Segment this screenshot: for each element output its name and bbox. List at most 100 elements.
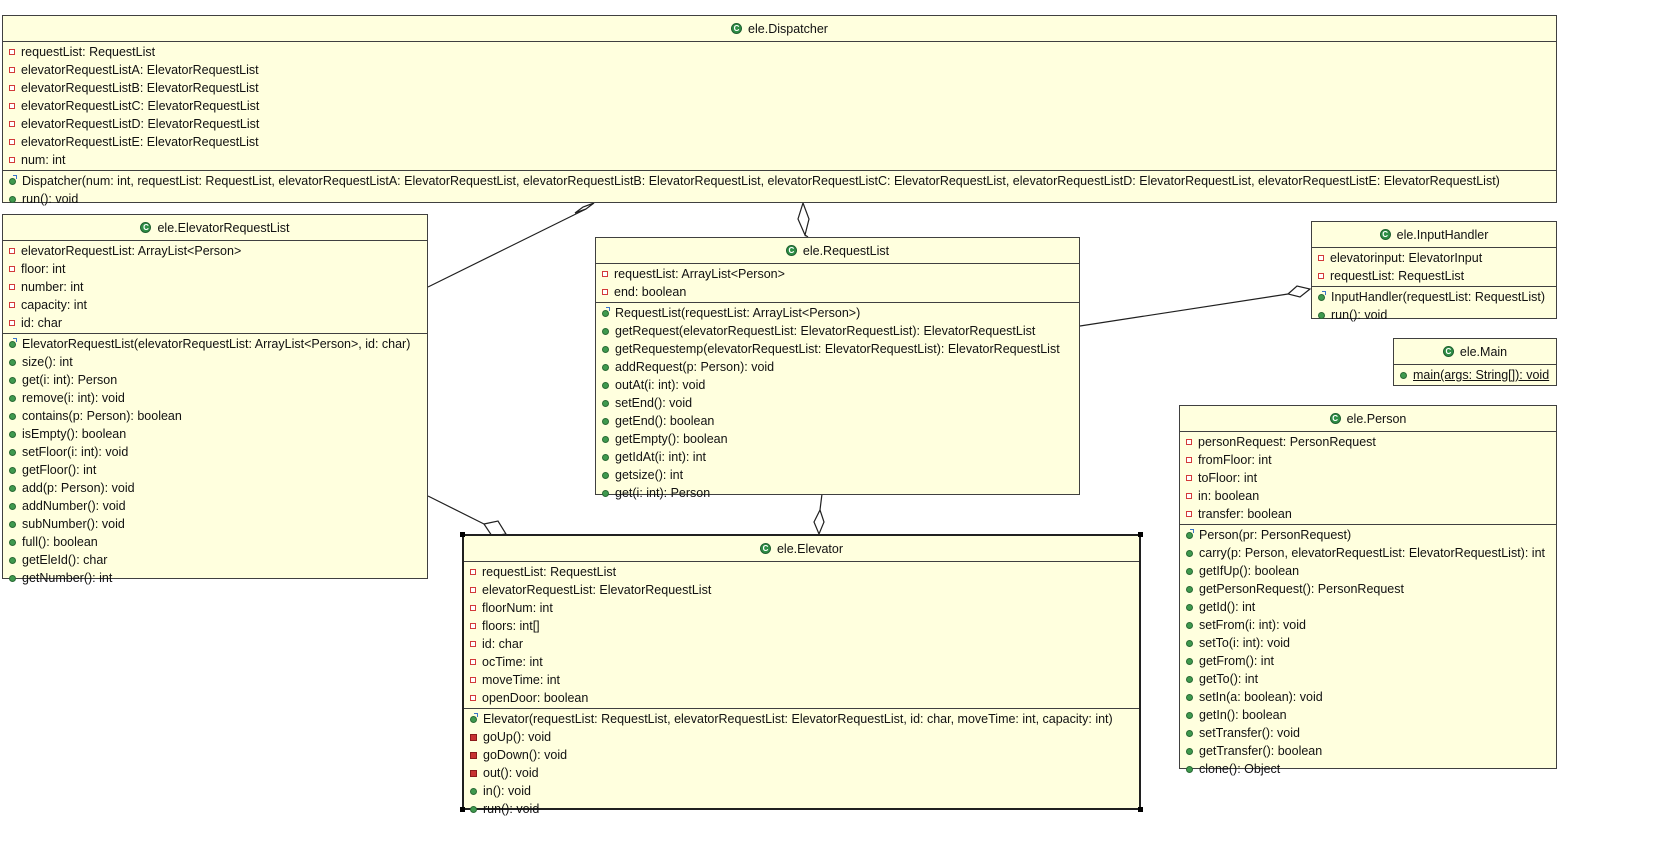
method-row[interactable]: ElevatorRequestList(elevatorRequestList:…: [9, 335, 427, 353]
method-row[interactable]: getTransfer(): boolean: [1186, 742, 1556, 760]
attribute-row[interactable]: fromFloor: int: [1186, 451, 1556, 469]
attribute-row[interactable]: floor: int: [9, 260, 427, 278]
selection-handle[interactable]: [1138, 532, 1143, 537]
attribute-row[interactable]: elevatorRequestListC: ElevatorRequestLis…: [9, 97, 1556, 115]
public-method-icon: [602, 399, 609, 407]
attribute-row[interactable]: personRequest: PersonRequest: [1186, 433, 1556, 451]
attribute-row[interactable]: elevatorRequestList: ArrayList<Person>: [9, 242, 427, 260]
class-person[interactable]: C ele.Person personRequest: PersonReques…: [1179, 405, 1557, 776]
method-row[interactable]: outAt(i: int): void: [602, 376, 1079, 394]
method-row[interactable]: getId(): int: [1186, 598, 1556, 616]
method-row[interactable]: setTransfer(): void: [1186, 724, 1556, 742]
method-row[interactable]: goUp(): void: [470, 728, 1139, 746]
class-dispatcher[interactable]: C ele.Dispatcher requestList: RequestLis…: [2, 15, 1557, 206]
public-method-icon: [1318, 311, 1325, 319]
method-row[interactable]: RequestList(requestList: ArrayList<Perso…: [602, 304, 1079, 322]
private-field-icon: [1186, 457, 1192, 463]
method-row[interactable]: getTo(): int: [1186, 670, 1556, 688]
method-row[interactable]: setTo(i: int): void: [1186, 634, 1556, 652]
attribute-row[interactable]: openDoor: boolean: [470, 689, 1139, 707]
method-row[interactable]: add(p: Person): void: [9, 479, 427, 497]
attribute-row[interactable]: requestList: RequestList: [1318, 267, 1556, 285]
method-row[interactable]: run(): void: [1318, 306, 1556, 324]
aggregation-line-requestlist-inputhandler[interactable]: [1079, 293, 1289, 327]
method-row[interactable]: getIn(): boolean: [1186, 706, 1556, 724]
class-elevator-request-list[interactable]: C ele.ElevatorRequestList elevatorReques…: [2, 214, 428, 585]
attribute-row[interactable]: end: boolean: [602, 283, 1079, 301]
aggregation-line-elevatorrequestlist-elevator[interactable]: [427, 495, 485, 525]
attribute-row[interactable]: number: int: [9, 278, 427, 296]
method-row[interactable]: full(): boolean: [9, 533, 427, 551]
method-row[interactable]: setFloor(i: int): void: [9, 443, 427, 461]
method-row[interactable]: getEnd(): boolean: [602, 412, 1079, 430]
method-row[interactable]: getEmpty(): boolean: [602, 430, 1079, 448]
method-row[interactable]: size(): int: [9, 353, 427, 371]
attribute-row[interactable]: moveTime: int: [470, 671, 1139, 689]
method-row[interactable]: main(args: String[]): void: [1400, 366, 1556, 384]
method-row[interactable]: getRequest(elevatorRequestList: Elevator…: [602, 322, 1079, 340]
method-row[interactable]: Person(pr: PersonRequest): [1186, 526, 1556, 544]
class-elevator[interactable]: C ele.Elevator requestList: RequestList …: [460, 532, 1143, 816]
method-row[interactable]: InputHandler(requestList: RequestList): [1318, 288, 1556, 306]
method-row[interactable]: getIfUp(): boolean: [1186, 562, 1556, 580]
class-request-list[interactable]: C ele.RequestList requestList: ArrayList…: [595, 237, 1080, 500]
method-row[interactable]: Elevator(requestList: RequestList, eleva…: [470, 710, 1139, 728]
method-row[interactable]: run(): void: [9, 190, 1556, 208]
method-row[interactable]: addRequest(p: Person): void: [602, 358, 1079, 376]
attribute-row[interactable]: elevatorRequestList: ElevatorRequestList: [470, 581, 1139, 599]
method-row[interactable]: isEmpty(): boolean: [9, 425, 427, 443]
method-row[interactable]: carry(p: Person, elevatorRequestList: El…: [1186, 544, 1556, 562]
attribute-row[interactable]: id: char: [470, 635, 1139, 653]
method-row[interactable]: getFloor(): int: [9, 461, 427, 479]
attribute-row[interactable]: num: int: [9, 151, 1556, 169]
method-row[interactable]: setIn(a: boolean): void: [1186, 688, 1556, 706]
public-method-icon: [1186, 603, 1193, 611]
public-method-icon: [1186, 711, 1193, 719]
attribute-row[interactable]: toFloor: int: [1186, 469, 1556, 487]
method-row[interactable]: getsize(): int: [602, 466, 1079, 484]
class-input-handler[interactable]: C ele.InputHandler elevatorinput: Elevat…: [1311, 221, 1557, 322]
attribute-row[interactable]: in: boolean: [1186, 487, 1556, 505]
attribute-row[interactable]: elevatorRequestListD: ElevatorRequestLis…: [9, 115, 1556, 133]
method-row[interactable]: getEleId(): char: [9, 551, 427, 569]
method-row[interactable]: setEnd(): void: [602, 394, 1079, 412]
method-row[interactable]: Dispatcher(num: int, requestList: Reques…: [9, 172, 1556, 190]
class-main[interactable]: C ele.Main main(args: String[]): void: [1393, 338, 1557, 386]
method-row[interactable]: addNumber(): void: [9, 497, 427, 515]
method-row[interactable]: getIdAt(i: int): int: [602, 448, 1079, 466]
attribute-row[interactable]: floors: int[]: [470, 617, 1139, 635]
method-row[interactable]: remove(i: int): void: [9, 389, 427, 407]
attribute-row[interactable]: id: char: [9, 314, 427, 332]
attribute-row[interactable]: capacity: int: [9, 296, 427, 314]
method-row[interactable]: getRequestemp(elevatorRequestList: Eleva…: [602, 340, 1079, 358]
method-row[interactable]: in(): void: [470, 782, 1139, 800]
selection-handle[interactable]: [1138, 807, 1143, 812]
method-row[interactable]: getFrom(): int: [1186, 652, 1556, 670]
method-row[interactable]: contains(p: Person): boolean: [9, 407, 427, 425]
attribute-row[interactable]: elevatorRequestListA: ElevatorRequestLis…: [9, 61, 1556, 79]
method-row[interactable]: getNumber(): int: [9, 569, 427, 587]
attribute-row[interactable]: elevatorinput: ElevatorInput: [1318, 249, 1556, 267]
method-row[interactable]: run(): void: [470, 800, 1139, 818]
selection-handle[interactable]: [460, 532, 465, 537]
attribute-row[interactable]: ocTime: int: [470, 653, 1139, 671]
method-row[interactable]: goDown(): void: [470, 746, 1139, 764]
attribute-row[interactable]: elevatorRequestListE: ElevatorRequestLis…: [9, 133, 1556, 151]
class-icon: C: [731, 23, 743, 34]
attribute-row[interactable]: requestList: RequestList: [9, 43, 1556, 61]
method-row[interactable]: setFrom(i: int): void: [1186, 616, 1556, 634]
attribute-row[interactable]: requestList: ArrayList<Person>: [602, 265, 1079, 283]
selection-handle[interactable]: [460, 807, 465, 812]
method-row[interactable]: out(): void: [470, 764, 1139, 782]
attribute-row[interactable]: requestList: RequestList: [470, 563, 1139, 581]
public-method-icon: [9, 376, 16, 384]
method-row[interactable]: clone(): Object: [1186, 760, 1556, 778]
aggregation-line-elevatorrequestlist-dispatcher[interactable]: [427, 208, 587, 288]
attribute-row[interactable]: transfer: boolean: [1186, 505, 1556, 523]
method-row[interactable]: get(i: int): Person: [602, 484, 1079, 502]
method-row[interactable]: get(i: int): Person: [9, 371, 427, 389]
attribute-row[interactable]: elevatorRequestListB: ElevatorRequestLis…: [9, 79, 1556, 97]
method-row[interactable]: getPersonRequest(): PersonRequest: [1186, 580, 1556, 598]
attribute-row[interactable]: floorNum: int: [470, 599, 1139, 617]
method-row[interactable]: subNumber(): void: [9, 515, 427, 533]
